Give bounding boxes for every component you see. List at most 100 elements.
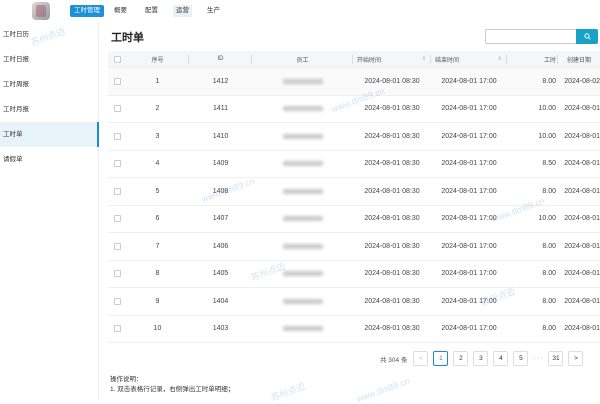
table-row[interactable]: 6 1407 2024-08-01 08:30 2024-08-01 17:00 10.…	[108, 206, 600, 233]
page-button-2[interactable]: 2	[453, 351, 469, 366]
page-ellipsis[interactable]: ···	[533, 355, 543, 362]
nav-item-workhours[interactable]: 工时管理	[70, 5, 104, 17]
cell-employee	[252, 151, 353, 178]
table-row[interactable]: 2 1411 2024-08-01 08:30 2024-08-01 17:00 10.…	[108, 96, 600, 123]
table-row[interactable]: 7 1406 2024-08-01 08:30 2024-08-01 17:00 8.0…	[108, 233, 600, 261]
row-checkbox[interactable]	[113, 77, 121, 85]
row-checkbox[interactable]	[113, 325, 121, 333]
notes-line-1: 1. 双击表格行记录，右侧弹出工时单明细；	[110, 386, 235, 393]
cell-start: 2024-08-01 08:30	[364, 105, 420, 113]
cell-created: 2024-08-01	[564, 187, 600, 195]
col-header-created[interactable]: 创建日期	[558, 51, 600, 67]
row-checkbox[interactable]	[113, 297, 121, 305]
sidebar: 工时日历 工时日报 工时周报 工时月报 工时单 请假单	[0, 22, 99, 400]
cell-created: 2024-08-01	[564, 132, 600, 140]
sort-icon[interactable]: ⇕	[498, 56, 502, 61]
redacted-employee-name	[282, 243, 323, 249]
cell-employee	[252, 68, 353, 95]
table-row[interactable]: 3 1410 2024-08-01 08:30 2024-08-01 17:00 10.…	[108, 123, 600, 151]
row-checkbox[interactable]	[113, 105, 121, 113]
cell-hours: 8.00	[542, 325, 556, 333]
row-checkbox[interactable]	[113, 215, 121, 223]
nav-item-config[interactable]: 配置	[142, 5, 161, 17]
col-header-start[interactable]: 开始时间 ⇕	[353, 51, 431, 67]
table-row[interactable]: 1 1412 2024-08-01 08:30 2024-08-01 17:00 8.0…	[108, 68, 600, 96]
cell-id: 1408	[212, 187, 229, 195]
table-row[interactable]: 5 1408 2024-08-01 08:30 2024-08-01 17:00 8.0…	[108, 178, 600, 206]
cell-created: 2024-08-01	[564, 160, 600, 168]
company-logo	[32, 2, 50, 20]
nav-item-operations[interactable]: 运营	[173, 5, 192, 17]
top-nav: 工时管理 概要 配置 运营 生产	[70, 5, 223, 17]
cell-id: 1405	[212, 270, 229, 278]
col-header-hours[interactable]: 工时	[507, 51, 558, 67]
redacted-employee-name	[282, 106, 323, 112]
cell-seq: 7	[155, 242, 160, 250]
table-row[interactable]: 9 1404 2024-08-01 08:30 2024-08-01 17:00 8.0…	[108, 288, 600, 316]
select-all-checkbox[interactable]	[113, 55, 121, 63]
search-input[interactable]	[485, 29, 577, 44]
table-row[interactable]: 10 1403 2024-08-01 08:30 2024-08-01 17:00 8.…	[108, 316, 600, 343]
pagination: 共 304 条 < 1 2 3 4 5 ··· 31 >	[380, 351, 588, 366]
nav-item-production[interactable]: 生产	[204, 5, 223, 17]
row-checkbox-cell	[108, 68, 126, 95]
cell-hours: 8.00	[542, 77, 556, 85]
cell-seq: 6	[155, 215, 160, 223]
table-row[interactable]: 8 1405 2024-08-01 08:30 2024-08-01 17:00 8.0…	[108, 261, 600, 288]
table-row[interactable]: 4 1409 2024-08-01 08:30 2024-08-01 17:00 8.5…	[108, 151, 600, 178]
sidebar-item-leave[interactable]: 请假单	[0, 147, 98, 172]
sidebar-item-weekly[interactable]: 工时周报	[0, 72, 98, 97]
page-button-3[interactable]: 3	[473, 351, 489, 366]
sidebar-item-calendar[interactable]: 工时日历	[0, 22, 98, 47]
row-checkbox-cell	[108, 288, 126, 315]
cell-employee	[252, 206, 353, 233]
page-button-4[interactable]: 4	[493, 351, 509, 366]
page-button-5[interactable]: 5	[513, 351, 529, 366]
redacted-employee-name	[282, 133, 323, 139]
cell-id: 1412	[212, 77, 229, 85]
cell-id: 1411	[212, 105, 229, 113]
sidebar-item-monthly[interactable]: 工时月报	[0, 97, 98, 122]
next-page-button[interactable]: >	[568, 351, 584, 366]
sort-icon[interactable]: ⇕	[422, 56, 426, 61]
total-count: 共 304 条	[380, 356, 408, 364]
row-checkbox[interactable]	[113, 242, 121, 250]
col-header-end[interactable]: 结束时间 ⇕	[431, 51, 507, 67]
page-button-1[interactable]: 1	[433, 351, 449, 366]
row-checkbox[interactable]	[113, 160, 121, 168]
row-checkbox[interactable]	[113, 187, 121, 195]
cell-created: 2024-08-02	[564, 77, 600, 85]
cell-end: 2024-08-01 17:00	[441, 105, 497, 113]
redacted-employee-name	[282, 298, 323, 304]
cell-hours: 8.50	[542, 160, 556, 168]
row-checkbox-cell	[108, 96, 126, 123]
search-button[interactable]	[576, 29, 598, 44]
col-header-employee[interactable]: 员工	[252, 51, 353, 67]
sidebar-item-timesheet[interactable]: 工时单	[0, 122, 99, 147]
cell-start: 2024-08-01 08:30	[364, 77, 420, 85]
cell-end: 2024-08-01 17:00	[441, 132, 497, 140]
col-header-start-label: 开始时间	[357, 57, 382, 64]
page-button-last[interactable]: 31	[548, 351, 564, 366]
col-header-seq[interactable]: 序号	[126, 51, 189, 67]
row-checkbox-cell	[108, 151, 126, 178]
col-header-id[interactable]: ID	[189, 51, 252, 67]
prev-page-button[interactable]: <	[413, 351, 429, 366]
redacted-employee-name	[282, 161, 323, 167]
sidebar-item-daily[interactable]: 工时日报	[0, 47, 98, 72]
cell-id: 1410	[212, 132, 229, 140]
row-checkbox-cell	[108, 233, 126, 260]
row-checkbox[interactable]	[113, 132, 121, 140]
row-checkbox-cell	[108, 178, 126, 205]
cell-hours: 8.00	[542, 297, 556, 305]
notes-title: 操作说明：	[110, 376, 143, 383]
operation-notes: 操作说明： 1. 双击表格行记录，右侧弹出工时单明细；	[110, 375, 234, 395]
cell-id: 1409	[212, 160, 229, 168]
nav-item-overview[interactable]: 概要	[111, 5, 130, 17]
row-checkbox[interactable]	[113, 270, 121, 278]
redacted-employee-name	[282, 78, 323, 84]
cell-seq: 4	[155, 160, 160, 168]
cell-created: 2024-08-01	[564, 215, 600, 223]
cell-end: 2024-08-01 17:00	[441, 215, 497, 223]
cell-employee	[252, 233, 353, 260]
